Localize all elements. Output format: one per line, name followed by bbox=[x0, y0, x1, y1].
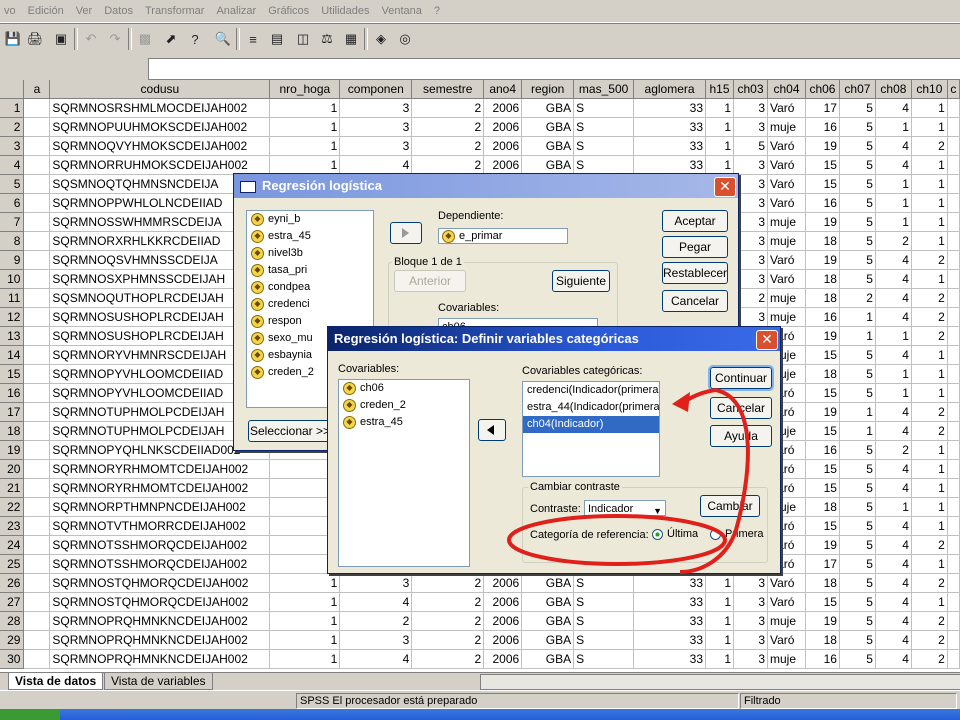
annotation-curve bbox=[679, 388, 750, 574]
annotation-ellipse bbox=[507, 514, 727, 566]
red-annotation bbox=[507, 388, 750, 574]
